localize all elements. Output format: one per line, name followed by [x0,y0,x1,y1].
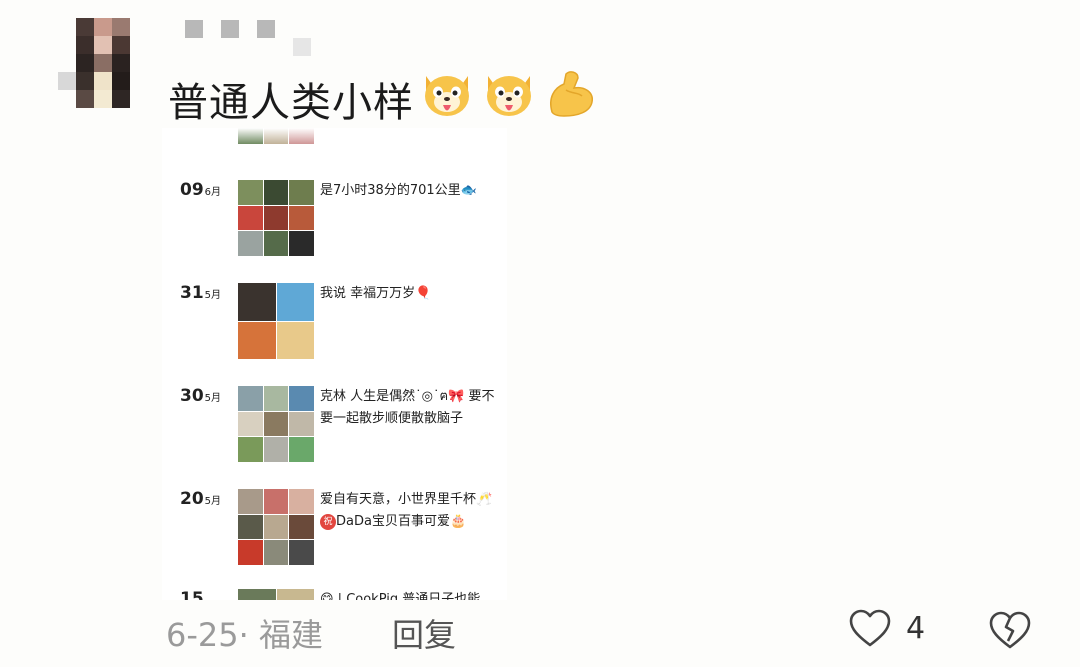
broken-heart-icon [989,611,1031,649]
username-block [185,20,203,38]
photo-grid [238,283,314,359]
username-block [221,20,239,38]
reply-button[interactable]: 回复 [392,610,456,656]
post-text-line: 祝 DaDa宝贝百事可爱🎂 [320,511,498,533]
comment-meta: 6-25· 福建 [166,616,323,654]
photo-grid [238,489,314,565]
blessing-badge: 祝 [320,513,336,530]
post-text: 克林 人生是偶然˙◎˙ฅ🎀 要不要一起散步顺便散散脑子 [320,389,495,426]
comment-text: 普通人类小样 [168,80,414,126]
post-text: 我说 幸福万万岁🎈 [320,286,432,301]
like-button[interactable]: 4 [848,608,925,648]
post-date: 305月 [180,386,222,406]
fade-overlay [162,128,507,146]
post-date: 315月 [180,283,222,303]
dog-face-tongue-icon [487,76,531,116]
post-text-line: 爱自有天意，小世界里千杯🥂 [320,492,493,507]
post-text: 爱自有天意，小世界里千杯🥂 祝 DaDa宝贝百事可爱🎂 [320,489,498,533]
post-date: 205月 [180,489,222,509]
post-date: 15 [180,589,204,600]
post-date: 096月 [180,180,222,200]
heart-icon [849,609,891,647]
like-count: 4 [906,610,926,646]
photo-grid [238,180,314,256]
attached-screenshot[interactable]: 096月 是7小时38分的701公里🐟 315月 我说 幸福万万岁🎈 305月 … [162,128,507,600]
photo-grid [238,386,314,462]
photo-grid [238,589,314,600]
username-block [257,20,275,38]
post-text: 是7小时38分的701公里🐟 [320,183,477,198]
post-text: 😋 | CookPig 普通日子也能 [320,592,481,600]
username-block [293,38,311,56]
dog-face-tongue-icon [425,76,469,116]
avatar[interactable] [58,18,148,110]
username-obscured[interactable] [185,20,311,56]
dislike-button[interactable] [988,610,1032,654]
flexed-biceps-icon [550,71,593,117]
comment-emojis [420,68,598,120]
